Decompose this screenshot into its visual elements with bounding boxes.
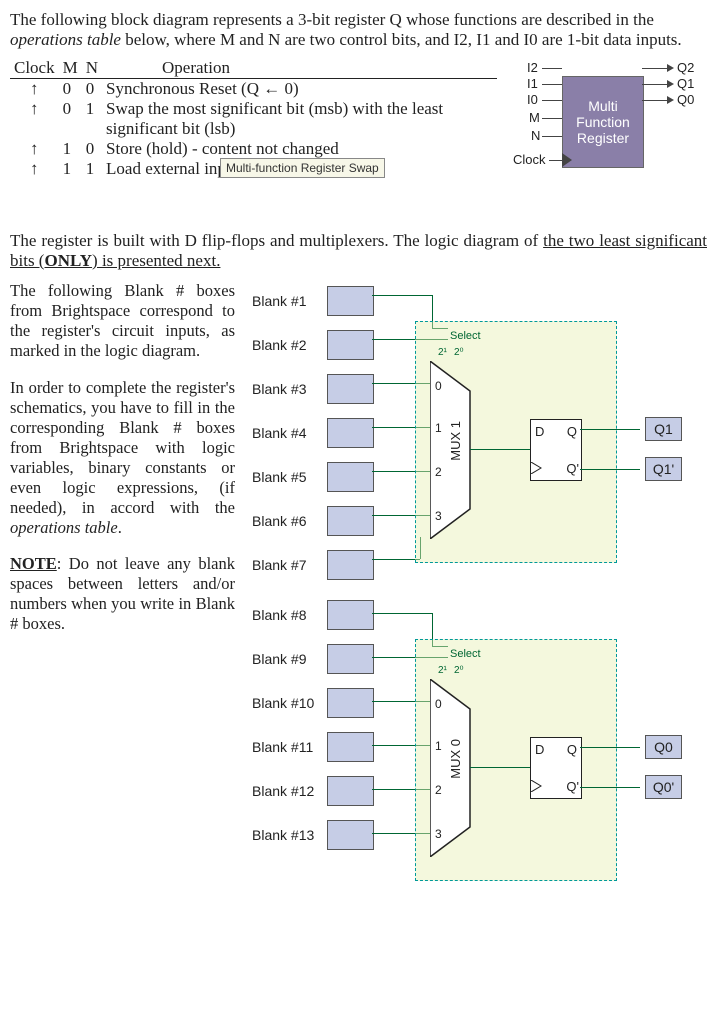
- row0-op: Synchronous Reset (Q ← 0): [102, 79, 497, 100]
- tooltip: Multi-function Register Swap: [220, 158, 385, 178]
- hdr-clock: Clock: [10, 58, 59, 79]
- pin-i0: I0: [527, 92, 538, 107]
- intro-paragraph: The following block diagram represents a…: [10, 10, 707, 50]
- row0-clk: ↑: [10, 79, 59, 100]
- row1-m: 0: [59, 99, 82, 139]
- output-q0p: Q0': [645, 775, 682, 799]
- blank-input-4[interactable]: [327, 418, 374, 448]
- blank-input-5[interactable]: [327, 462, 374, 492]
- blank-5: Blank #5: [250, 457, 374, 497]
- blank-input-11[interactable]: [327, 732, 374, 762]
- row3-clk: ↑: [10, 159, 59, 179]
- register-block: Multi Function Register: [562, 76, 644, 168]
- section2-text: The register is built with D flip-flops …: [10, 231, 707, 271]
- row2-n: 0: [82, 139, 102, 159]
- blank-1: Blank #1: [250, 281, 374, 321]
- row3-n: 1: [82, 159, 102, 179]
- blank-input-3[interactable]: [327, 374, 374, 404]
- pin-n: N: [531, 128, 540, 143]
- pin-q0: Q0: [677, 92, 694, 107]
- blank-input-1[interactable]: [327, 286, 374, 316]
- blank-input-7[interactable]: [327, 550, 374, 580]
- note: NOTE: Do not leave any blank spaces betw…: [10, 554, 235, 634]
- blank-input-8[interactable]: [327, 600, 374, 630]
- blank-8: Blank #8: [250, 595, 374, 635]
- blank-3: Blank #3: [250, 369, 374, 409]
- hdr-m: M: [59, 58, 82, 79]
- row0-n: 0: [82, 79, 102, 100]
- operations-table: Clock M N Operation ↑ 0 0 Synchronous Re…: [10, 58, 497, 223]
- pin-m: M: [529, 110, 540, 125]
- pin-i1: I1: [527, 76, 538, 91]
- blank-input-12[interactable]: [327, 776, 374, 806]
- para-fill: In order to complete the register's sche…: [10, 378, 235, 538]
- blank-10: Blank #10: [250, 683, 374, 723]
- blank-13: Blank #13: [250, 815, 374, 855]
- logic-diagram: Blank #1 Blank #2 Blank #3 Blank #4 Blan…: [250, 281, 707, 941]
- blank-input-2[interactable]: [327, 330, 374, 360]
- row1-op: Swap the most significant bit (msb) with…: [102, 99, 497, 139]
- row2-clk: ↑: [10, 139, 59, 159]
- blank-12: Blank #12: [250, 771, 374, 811]
- mux0-select-label: Select: [450, 648, 481, 660]
- row1-clk: ↑: [10, 99, 59, 139]
- mux-0: 0 1 2 3 MUX 0: [430, 679, 490, 839]
- dff-0: D Q Q': [530, 737, 582, 799]
- output-q1p: Q1': [645, 457, 682, 481]
- mux-1: 0 1 2 3 MUX 1: [430, 361, 490, 521]
- output-q0: Q0: [645, 735, 682, 759]
- instructions-column: The following Blank # boxes from Brights…: [10, 281, 235, 941]
- blank-7: Blank #7: [250, 545, 374, 585]
- row2-m: 1: [59, 139, 82, 159]
- dff-1: D Q Q': [530, 419, 582, 481]
- hdr-op: Operation: [102, 58, 497, 79]
- para-blanks: The following Blank # boxes from Brights…: [10, 281, 235, 361]
- blank-input-10[interactable]: [327, 688, 374, 718]
- pin-q2: Q2: [677, 60, 694, 75]
- row2-op: Store (hold) - content not changed: [102, 139, 497, 159]
- blank-input-13[interactable]: [327, 820, 374, 850]
- pin-q1: Q1: [677, 76, 694, 91]
- blank-9: Blank #9: [250, 639, 374, 679]
- pin-i2: I2: [527, 60, 538, 75]
- blank-4: Blank #4: [250, 413, 374, 453]
- row3-m: 1: [59, 159, 82, 179]
- hdr-n: N: [82, 58, 102, 79]
- blank-input-9[interactable]: [327, 644, 374, 674]
- blank-input-6[interactable]: [327, 506, 374, 536]
- blank-11: Blank #11: [250, 727, 374, 767]
- mux1-select-label: Select: [450, 330, 481, 342]
- row0-m: 0: [59, 79, 82, 100]
- blank-2: Blank #2: [250, 325, 374, 365]
- row1-n: 1: [82, 99, 102, 139]
- output-q1: Q1: [645, 417, 682, 441]
- blank-6: Blank #6: [250, 501, 374, 541]
- block-diagram: Multi Function Register I2 I1 I0 M N Clo…: [507, 58, 707, 223]
- pin-clock: Clock: [513, 152, 546, 167]
